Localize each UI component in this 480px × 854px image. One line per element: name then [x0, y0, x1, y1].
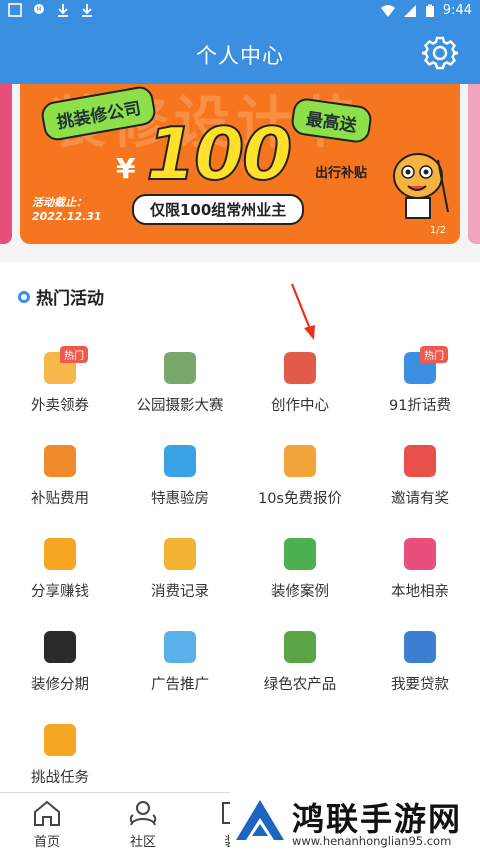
- home-icon: [34, 800, 60, 826]
- signal-icon: [403, 4, 416, 17]
- download-icon: [82, 4, 92, 17]
- invite-envelope-icon: [404, 445, 436, 477]
- installment-icon: [44, 631, 76, 663]
- watermark-url: www.henanhonglian95.com: [292, 834, 452, 848]
- activity-label: 绿色农产品: [263, 677, 337, 693]
- gear-icon[interactable]: [422, 35, 458, 71]
- banner-deadline-date: 2022.12.31: [32, 210, 102, 223]
- activity-label: 邀请有奖: [391, 491, 449, 507]
- pointer-arrow-icon: [290, 283, 315, 340]
- hot-activities-section: 热门活动 热门 外卖领券 公园摄影大赛 创作中心 热门 91折话费 补贴费用 特惠验房 10s免…: [0, 262, 480, 792]
- activity-label: 消费记录: [151, 584, 209, 600]
- hot-badge: 热门: [60, 346, 88, 363]
- activity-label: 挑战任务: [31, 770, 89, 786]
- battery-icon: [425, 4, 434, 17]
- activity-item[interactable]: 装修案例: [240, 526, 360, 606]
- ad-promo-icon: [164, 631, 196, 663]
- house-inspection-icon: [164, 445, 196, 477]
- banner-currency: ¥: [116, 152, 136, 185]
- activity-item[interactable]: 广告推广: [120, 619, 240, 699]
- activity-item[interactable]: 补贴费用: [0, 433, 120, 513]
- nav-item-home[interactable]: 首页: [12, 797, 82, 850]
- header: 个人中心: [0, 24, 480, 84]
- activity-label: 我要贷款: [391, 677, 449, 693]
- activity-label: 广告推广: [151, 677, 209, 693]
- activity-label: 外卖领券: [31, 398, 89, 414]
- activity-label: 装修分期: [31, 677, 89, 693]
- activity-item[interactable]: 热门 91折话费: [360, 340, 480, 420]
- creator-center-icon: [284, 352, 316, 384]
- activity-item[interactable]: 创作中心: [240, 340, 360, 420]
- section-title-text: 热门活动: [36, 289, 104, 309]
- banner-subsidy: 出行补贴: [315, 166, 368, 181]
- activity-label: 创作中心: [271, 398, 329, 414]
- svg-text:M: M: [36, 6, 41, 13]
- activity-item[interactable]: 热门外卖领券: [0, 340, 120, 420]
- banner-carousel[interactable]: 装修设计节 挑装修公司 最高送 ¥ 100 出行补贴 活动截止： 2022.12…: [0, 84, 480, 254]
- subsidy-icon: [44, 445, 76, 477]
- activity-label: 补贴费用: [31, 491, 89, 507]
- watermark: 鸿联手游网 www.henanhonglian95.com: [230, 792, 480, 854]
- share-money-icon: [44, 538, 76, 570]
- section-dot-icon: [18, 290, 30, 303]
- activity-item[interactable]: 消费记录: [120, 526, 240, 606]
- task-icon: [44, 724, 76, 756]
- banner-limit-text: 仅限100组常州业主: [132, 194, 305, 225]
- activity-item[interactable]: 绿色农产品: [240, 619, 360, 699]
- status-left-icons: M: [8, 3, 94, 17]
- section-title: 热门活动: [18, 284, 104, 309]
- banner-amount: 100: [145, 111, 293, 197]
- activity-item[interactable]: 我要贷款: [360, 619, 480, 699]
- activity-item[interactable]: 10s免费报价: [240, 433, 360, 513]
- wifi-icon: [380, 4, 395, 17]
- status-right-icons: 9:44: [380, 3, 472, 18]
- banner-slide[interactable]: 装修设计节 挑装修公司 最高送 ¥ 100 出行补贴 活动截止： 2022.12…: [20, 84, 460, 244]
- activity-item[interactable]: 装修分期: [0, 619, 120, 699]
- image-icon: [8, 3, 22, 17]
- watermark-logo-icon: [236, 800, 284, 840]
- page-title: 个人中心: [196, 44, 284, 68]
- activity-label: 装修案例: [271, 584, 329, 600]
- banner-deadline: 活动截止： 2022.12.31: [32, 196, 102, 224]
- activity-item[interactable]: 本地相亲: [360, 526, 480, 606]
- basket-icon: [164, 538, 196, 570]
- nav-label-community: 社区: [129, 835, 156, 850]
- mascot-icon: [393, 153, 449, 219]
- loan-icon: [404, 631, 436, 663]
- green-produce-icon: [284, 631, 316, 663]
- nav-item-community[interactable]: 社区: [108, 797, 178, 850]
- activity-label: 91折话费: [389, 398, 451, 414]
- activity-item[interactable]: 特惠验房: [120, 433, 240, 513]
- activity-label: 10s免费报价: [257, 491, 342, 507]
- activity-item[interactable]: 邀请有奖: [360, 433, 480, 513]
- banner-next-peek: [468, 84, 480, 244]
- free-quote-icon: [284, 445, 316, 477]
- activity-label: 公园摄影大赛: [136, 398, 224, 414]
- banner-pager: 1/2: [429, 225, 446, 236]
- heart-icon: [404, 538, 436, 570]
- activity-label: 本地相亲: [391, 584, 449, 600]
- nav-label-home: 首页: [33, 835, 60, 850]
- status-time: 9:44: [442, 3, 472, 18]
- download-icon: [58, 4, 68, 17]
- activity-item[interactable]: 挑战任务: [0, 712, 120, 792]
- park-photo-icon: [164, 352, 196, 384]
- banner-deadline-label: 活动截止：: [32, 196, 87, 209]
- activity-item[interactable]: 公园摄影大赛: [120, 340, 240, 420]
- building-case-icon: [284, 538, 316, 570]
- activity-label: 特惠验房: [151, 491, 209, 507]
- community-icon: [129, 801, 157, 826]
- hot-badge: 热门: [420, 346, 448, 363]
- banner-prev-peek: [0, 84, 12, 244]
- activity-item[interactable]: 分享赚钱: [0, 526, 120, 606]
- activity-label: 分享赚钱: [31, 584, 89, 600]
- notification-app-icon: M: [34, 4, 44, 14]
- status-bar: M 9:44: [0, 0, 480, 24]
